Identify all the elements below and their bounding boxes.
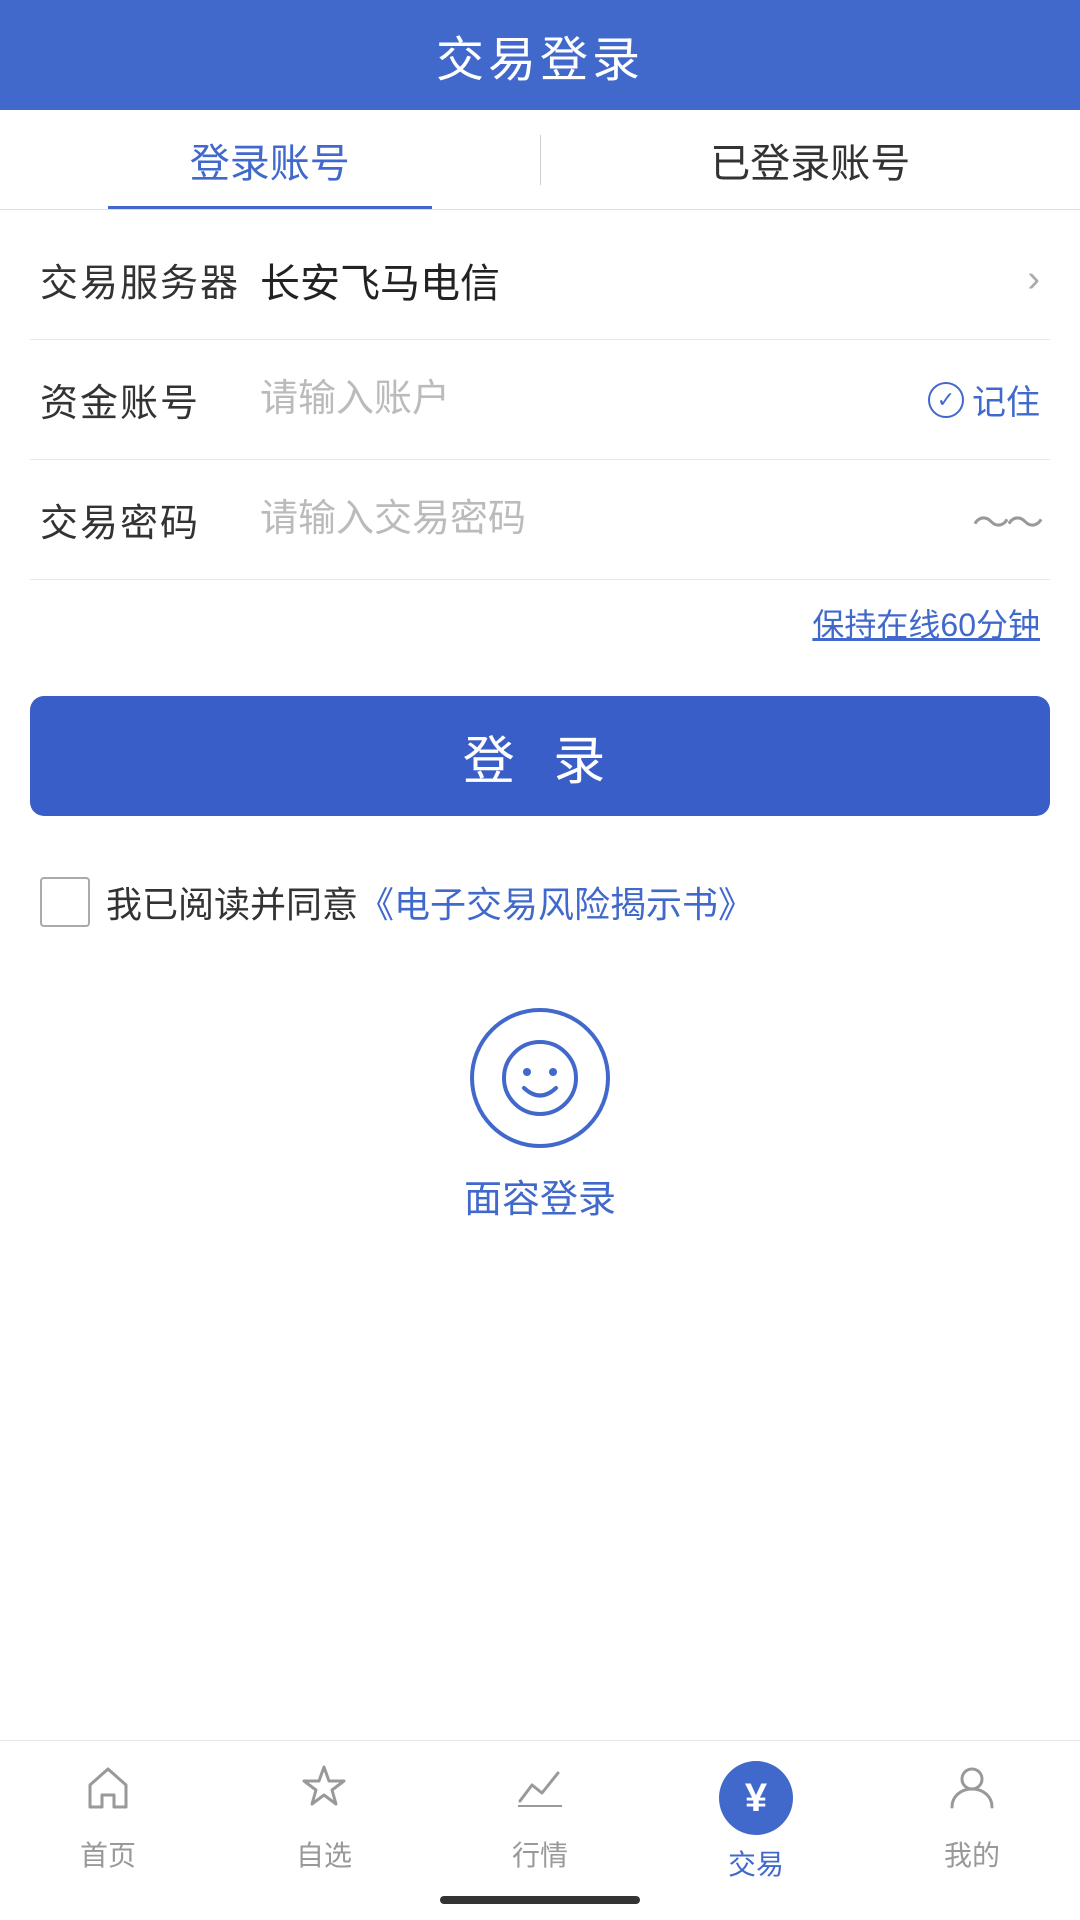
user-icon bbox=[946, 1761, 998, 1826]
trade-icon: ¥ bbox=[745, 1776, 767, 1821]
chart-icon bbox=[514, 1761, 566, 1826]
tab-bar: 登录账号 已登录账号 bbox=[0, 110, 1080, 210]
agree-link[interactable]: 《电子交易风险揭示书》 bbox=[358, 876, 754, 928]
password-label: 交易密码 bbox=[40, 492, 240, 547]
agree-prefix: 我已阅读并同意 bbox=[106, 876, 358, 928]
tab-logged[interactable]: 已登录账号 bbox=[541, 110, 1080, 209]
face-login[interactable]: 面容登录 bbox=[0, 1008, 1080, 1223]
remember-check-icon: ✓ bbox=[928, 382, 964, 418]
star-icon bbox=[298, 1761, 350, 1826]
nav-watchlist-label: 自选 bbox=[296, 1834, 352, 1874]
server-label: 交易服务器 bbox=[40, 252, 240, 307]
header: 交易登录 bbox=[0, 0, 1080, 110]
trade-icon-circle: ¥ bbox=[719, 1761, 793, 1835]
agree-row: 我已阅读并同意《电子交易风险揭示书》 bbox=[0, 856, 1080, 948]
face-login-label: 面容登录 bbox=[464, 1168, 616, 1223]
login-button[interactable]: 登 录 bbox=[30, 696, 1050, 816]
remember-badge[interactable]: ✓ 记住 bbox=[928, 375, 1040, 424]
login-form: 交易服务器 长安飞马电信 › 资金账号 ✓ 记住 交易密码 〜〜 bbox=[0, 220, 1080, 580]
account-row: 资金账号 ✓ 记住 bbox=[30, 340, 1050, 460]
header-title: 交易登录 bbox=[436, 20, 644, 90]
agree-checkbox[interactable] bbox=[40, 877, 90, 927]
nav-market[interactable]: 行情 bbox=[432, 1761, 648, 1874]
server-value: 长安飞马电信 bbox=[240, 251, 1027, 309]
account-input[interactable] bbox=[240, 378, 928, 421]
nav-watchlist[interactable]: 自选 bbox=[216, 1761, 432, 1874]
online-prefix: 保持在线 bbox=[812, 607, 940, 643]
tab-login[interactable]: 登录账号 bbox=[0, 110, 540, 209]
home-indicator bbox=[440, 1896, 640, 1904]
account-label: 资金账号 bbox=[40, 372, 240, 427]
server-row[interactable]: 交易服务器 长安飞马电信 › bbox=[30, 220, 1050, 340]
nav-trade-label: 交易 bbox=[728, 1843, 784, 1883]
password-row: 交易密码 〜〜 bbox=[30, 460, 1050, 580]
nav-home-label: 首页 bbox=[80, 1834, 136, 1874]
nav-mine[interactable]: 我的 bbox=[864, 1761, 1080, 1874]
eye-icon[interactable]: 〜〜 bbox=[972, 492, 1040, 547]
nav-trade[interactable]: ¥ 交易 bbox=[648, 1761, 864, 1883]
bottom-nav: 首页 自选 行情 ¥ 交易 我的 bbox=[0, 1740, 1080, 1920]
online-link[interactable]: 60分钟 bbox=[940, 607, 1040, 643]
online-hint: 保持在线60分钟 bbox=[0, 580, 1080, 676]
face-icon bbox=[470, 1008, 610, 1148]
remember-label: 记住 bbox=[972, 375, 1040, 424]
chevron-right-icon: › bbox=[1027, 258, 1040, 301]
nav-home[interactable]: 首页 bbox=[0, 1761, 216, 1874]
home-icon bbox=[82, 1761, 134, 1826]
nav-mine-label: 我的 bbox=[944, 1834, 1000, 1874]
nav-market-label: 行情 bbox=[512, 1834, 568, 1874]
password-input[interactable] bbox=[240, 498, 972, 541]
